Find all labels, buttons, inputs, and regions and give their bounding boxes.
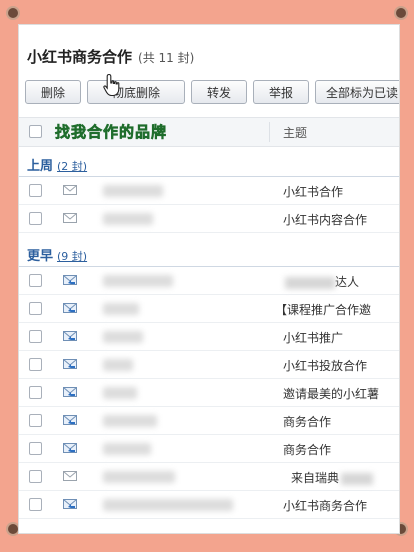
mail-row[interactable]: 【课程推广合作邀	[19, 295, 399, 323]
sender-redacted	[103, 499, 233, 511]
mail-row[interactable]: 来自瑞典	[19, 463, 399, 491]
mail-subject[interactable]: 邀请最美的小红薯	[283, 385, 379, 402]
pin-bottom-left	[8, 524, 18, 534]
mail-subject[interactable]: 来自瑞典	[291, 469, 374, 486]
sender-redacted	[103, 213, 153, 225]
pin-top-left	[8, 8, 18, 18]
sender-redacted	[103, 331, 143, 343]
select-all-checkbox[interactable]	[29, 125, 42, 138]
replied-envelope-icon	[63, 331, 77, 341]
sender-redacted	[103, 185, 163, 197]
folder-title: 小红书商务合作 (共 11 封)	[27, 46, 194, 67]
mail-count: (共 11 封)	[138, 51, 195, 65]
row-checkbox[interactable]	[29, 274, 42, 287]
row-checkbox[interactable]	[29, 498, 42, 511]
mail-row[interactable]: 商务合作	[19, 407, 399, 435]
mail-row[interactable]: 小红书内容合作	[19, 205, 399, 233]
replied-envelope-icon	[63, 359, 77, 369]
mail-header: 小红书商务合作 (共 11 封)	[19, 25, 399, 85]
row-checkbox[interactable]	[29, 302, 42, 315]
mail-subject[interactable]: 商务合作	[283, 441, 331, 458]
row-checkbox[interactable]	[29, 358, 42, 371]
subject-column-header[interactable]: 主题	[283, 124, 307, 141]
group-last-week: 上周 (2 封)	[27, 155, 87, 174]
row-checkbox[interactable]	[29, 330, 42, 343]
sender-redacted	[103, 359, 133, 371]
column-divider	[269, 122, 270, 142]
group-count-link[interactable]: (2 封)	[57, 160, 87, 173]
mail-subject[interactable]: 小红书推广	[283, 329, 343, 346]
mail-subject[interactable]: 小红书内容合作	[283, 211, 367, 228]
mail-subject[interactable]: 商务合作	[283, 413, 331, 430]
delete-button[interactable]: 删除	[25, 80, 81, 104]
row-checkbox[interactable]	[29, 442, 42, 455]
row-checkbox[interactable]	[29, 386, 42, 399]
mail-subject[interactable]: 小红书投放合作	[283, 357, 367, 374]
group-label: 更早	[27, 249, 54, 264]
subject-redacted	[341, 472, 374, 485]
replied-envelope-icon	[63, 387, 77, 397]
mail-subject[interactable]: 小红书商务合作	[283, 497, 367, 514]
replied-envelope-icon	[63, 415, 77, 425]
replied-envelope-icon	[63, 443, 77, 453]
mail-row[interactable]: 商务合作	[19, 435, 399, 463]
mark-all-read-button[interactable]: 全部标为已读	[315, 80, 399, 104]
sender-redacted	[103, 387, 137, 399]
mail-subject[interactable]: 达人	[283, 273, 359, 290]
report-button[interactable]: 举报	[253, 80, 309, 104]
toolbar: 删除 彻底删除 转发 举报 全部标为已读	[25, 80, 399, 108]
mail-row[interactable]: 小红书商务合作	[19, 491, 399, 519]
group-earlier: 更早 (9 封)	[27, 245, 87, 264]
pin-top-right	[396, 8, 406, 18]
overlay-caption: 找我合作的品牌	[55, 123, 168, 142]
group-count-link[interactable]: (9 封)	[57, 250, 87, 263]
row-checkbox[interactable]	[29, 184, 42, 197]
mail-subject[interactable]: 小红书合作	[283, 183, 343, 200]
mail-window: 小红书商务合作 (共 11 封) 删除 彻底删除 转发 举报 全部标为已读 主题 …	[18, 24, 400, 534]
row-checkbox[interactable]	[29, 414, 42, 427]
mail-row[interactable]: 小红书合作	[19, 177, 399, 205]
hand-cursor-icon	[103, 73, 120, 97]
subject-redacted	[285, 276, 335, 289]
mail-subject-text: 来自瑞典	[291, 471, 340, 485]
sender-redacted	[103, 303, 139, 315]
replied-envelope-icon	[63, 303, 77, 313]
forward-button[interactable]: 转发	[191, 80, 247, 104]
mail-subject-text: 达人	[335, 275, 360, 289]
mail-row[interactable]: 邀请最美的小红薯	[19, 379, 399, 407]
replied-envelope-icon	[63, 275, 77, 285]
sender-redacted	[103, 443, 151, 455]
mail-row[interactable]: 达人	[19, 267, 399, 295]
mail-row[interactable]: 小红书投放合作	[19, 351, 399, 379]
read-envelope-icon	[63, 213, 77, 223]
row-checkbox[interactable]	[29, 212, 42, 225]
mail-subject[interactable]: 【课程推广合作邀	[275, 301, 371, 318]
group-label: 上周	[27, 159, 54, 174]
sender-redacted	[103, 471, 175, 483]
row-checkbox[interactable]	[29, 470, 42, 483]
folder-title-text: 小红书商务合作	[27, 48, 133, 66]
replied-envelope-icon	[63, 499, 77, 509]
sender-redacted	[103, 415, 157, 427]
mail-row[interactable]: 小红书推广	[19, 323, 399, 351]
read-envelope-icon	[63, 471, 77, 481]
read-envelope-icon	[63, 185, 77, 195]
sender-redacted	[103, 275, 173, 287]
